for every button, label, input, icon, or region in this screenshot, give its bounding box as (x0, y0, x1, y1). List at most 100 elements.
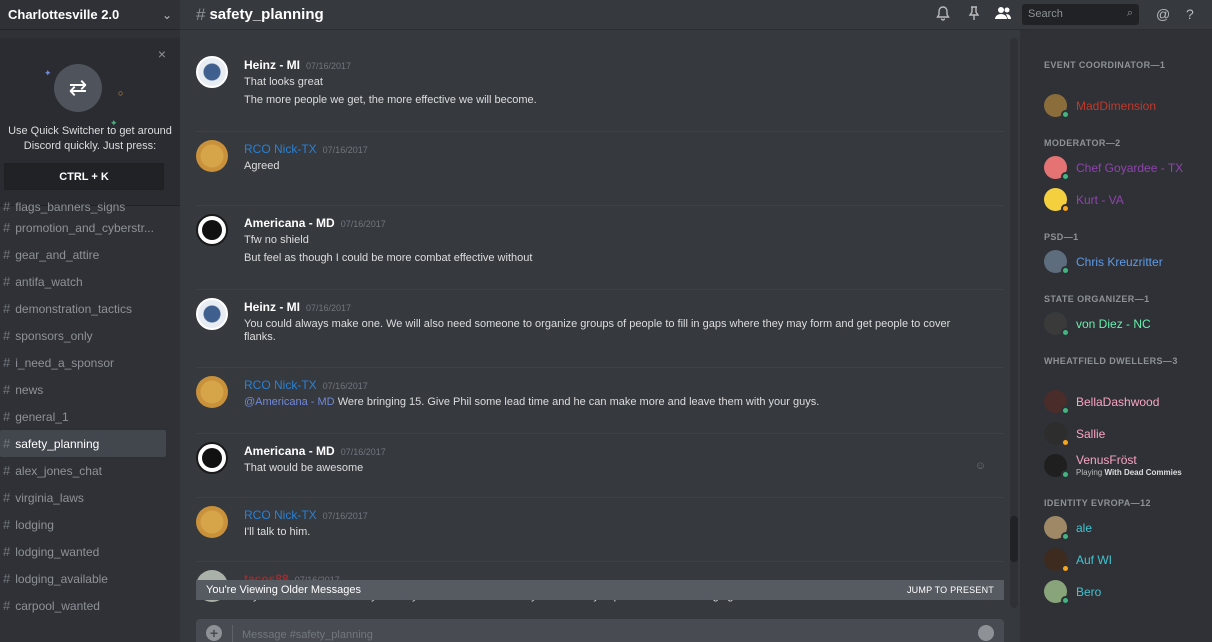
mention-icon[interactable]: @ (1156, 6, 1170, 22)
hash-icon: # (3, 409, 11, 424)
member-name: ale (1076, 521, 1093, 535)
upload-plus-icon[interactable]: + (206, 625, 222, 641)
shortcut-key: CTRL + K (4, 163, 164, 190)
message-line: But feel as though I could be more comba… (244, 252, 533, 264)
channel-item[interactable]: # carpool_wanted (0, 592, 166, 619)
member-group-title: PSD—1 (1044, 232, 1079, 242)
search-placeholder: Search (1028, 8, 1063, 20)
channel-name: i_need_a_sponsor (15, 355, 114, 370)
message-timestamp: 07/16/2017 (322, 381, 368, 391)
message-line: The more people we get, the more effecti… (244, 94, 537, 106)
channel-header: # safety_planning Search ⌕ @ ? (180, 0, 1212, 30)
member-activity: Playing With Dead Commies (1076, 468, 1182, 477)
avatar[interactable] (196, 56, 228, 88)
members-icon[interactable] (994, 6, 1012, 23)
member-item[interactable]: ale (1044, 514, 1212, 542)
channel-item[interactable]: # alex_jones_chat (0, 457, 166, 484)
channel-item[interactable]: # sponsors_only (0, 322, 166, 349)
channel-item[interactable]: # antifa_watch (0, 268, 166, 295)
author-name[interactable]: RCO Nick-TX (244, 508, 317, 522)
emoji-icon[interactable] (978, 625, 994, 641)
message-text: That looks great (244, 76, 984, 89)
help-icon[interactable]: ? (1186, 6, 1194, 22)
message-timestamp: 07/16/2017 (306, 303, 352, 313)
member-item[interactable]: MadDimension (1044, 92, 1212, 120)
message-author[interactable]: Americana - MD 07/16/2017 (244, 216, 386, 230)
message-author[interactable]: RCO Nick-TX 07/16/2017 (244, 378, 368, 392)
pin-icon[interactable] (968, 6, 980, 24)
message-input[interactable]: Message #safety_planning (242, 629, 373, 641)
member-group-title: Moderator—2 (1044, 138, 1121, 148)
member-item[interactable]: Kurt - VA (1044, 186, 1212, 214)
message-author[interactable]: Heinz - MI 07/16/2017 (244, 58, 351, 72)
member-item[interactable]: Chef Goyardee - TX (1044, 154, 1212, 182)
message: RCO Nick-TX 07/16/2017 I'll talk to him. (196, 498, 1004, 562)
jump-to-present-button[interactable]: Jump to present (907, 585, 994, 595)
author-name[interactable]: Heinz - MI (244, 300, 300, 314)
channel-item[interactable]: # lodging_wanted (0, 538, 166, 565)
message-text: But feel as though I could be more comba… (244, 252, 984, 265)
author-name[interactable]: Americana - MD (244, 444, 335, 458)
author-name[interactable]: RCO Nick-TX (244, 142, 317, 156)
channel-item[interactable]: # promotion_and_cyberstr... (0, 214, 166, 241)
message-timestamp: 07/16/2017 (340, 447, 386, 457)
avatar[interactable] (196, 140, 228, 172)
member-item[interactable]: Auf WI (1044, 546, 1212, 574)
message-author[interactable]: RCO Nick-TX 07/16/2017 (244, 142, 368, 156)
channel-item[interactable]: # lodging (0, 511, 166, 538)
avatar[interactable] (196, 376, 228, 408)
avatar[interactable] (196, 298, 228, 330)
search-input[interactable]: Search ⌕ (1022, 4, 1139, 25)
close-icon[interactable]: × (158, 46, 166, 62)
channel-item[interactable]: # lodging_available (0, 565, 166, 592)
member-item[interactable]: VenusFröst Playing With Dead Commies (1044, 452, 1212, 480)
member-item[interactable]: Bero (1044, 578, 1212, 606)
message-author[interactable]: Heinz - MI 07/16/2017 (244, 300, 351, 314)
hash-icon: # (3, 571, 11, 586)
channel-item[interactable]: # gear_and_attire (0, 241, 166, 268)
channel-name: lodging_available (15, 571, 108, 586)
channel-item[interactable]: # news (0, 376, 166, 403)
avatar[interactable] (196, 214, 228, 246)
member-item[interactable]: Sallie (1044, 420, 1212, 448)
message-composer: + Message #safety_planning (196, 619, 1004, 642)
channel-name: lodging (15, 517, 54, 532)
add-reaction-icon[interactable]: ☺ (975, 460, 986, 472)
channel-item[interactable]: # demonstration_tactics (0, 295, 166, 322)
message-author[interactable]: RCO Nick-TX 07/16/2017 (244, 508, 368, 522)
message: Americana - MD 07/16/2017 Tfw no shield But… (196, 206, 1004, 290)
avatar[interactable] (196, 442, 228, 474)
bell-icon[interactable] (936, 6, 950, 24)
message-timestamp: 07/16/2017 (340, 219, 386, 229)
user-mention[interactable]: @Americana - MD (244, 396, 335, 408)
status-indicator (1061, 470, 1070, 479)
avatar[interactable] (196, 506, 228, 538)
channel-name: lodging_wanted (15, 544, 100, 559)
chevron-down-icon[interactable]: ⌄ (162, 8, 172, 22)
channel-item[interactable]: # safety_planning (0, 430, 166, 457)
server-header[interactable]: Charlottesville 2.0 ⌄ (0, 0, 180, 30)
message-timestamp: 07/16/2017 (306, 61, 352, 71)
channel-name: demonstration_tactics (15, 301, 132, 316)
hash-icon: # (3, 247, 11, 262)
channel-item[interactable]: # virginia_laws (0, 484, 166, 511)
channel-item[interactable]: # general_1 (0, 403, 166, 430)
message-author[interactable]: Americana - MD 07/16/2017 (244, 444, 386, 458)
status-indicator (1061, 110, 1070, 119)
channel-item[interactable]: # i_need_a_sponsor (0, 349, 166, 376)
search-icon: ⌕ (1126, 7, 1133, 19)
member-name: BellaDashwood (1076, 395, 1160, 409)
author-name[interactable]: Americana - MD (244, 216, 335, 230)
swap-arrows-icon: ⇄ (54, 64, 102, 112)
member-list: Event Coordinator—1 MadDimension Moderator… (1020, 30, 1212, 642)
status-indicator (1061, 564, 1070, 573)
message-line: I'll talk to him. (244, 526, 311, 538)
scrollbar-thumb[interactable] (1010, 516, 1018, 562)
hash-icon: # (3, 463, 11, 478)
author-name[interactable]: RCO Nick-TX (244, 378, 317, 392)
channel-item[interactable]: # flags_banners_signs (0, 200, 166, 214)
member-item[interactable]: von Diez - NC (1044, 310, 1212, 338)
member-item[interactable]: Chris Kreuzritter (1044, 248, 1212, 276)
member-item[interactable]: BellaDashwood (1044, 388, 1212, 416)
author-name[interactable]: Heinz - MI (244, 58, 300, 72)
